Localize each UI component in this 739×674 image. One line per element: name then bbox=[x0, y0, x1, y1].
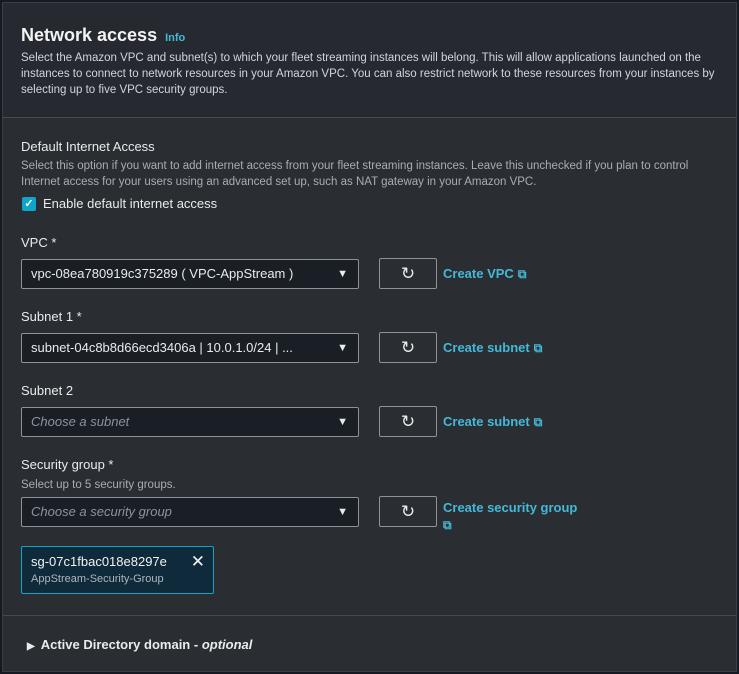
create-subnet1-link[interactable]: Create subnet ⧉ bbox=[443, 340, 542, 356]
create-subnet-label: Create subnet bbox=[443, 414, 530, 429]
network-access-panel: Network access Info Select the Amazon VPC… bbox=[2, 2, 737, 672]
refresh-icon: ↻ bbox=[400, 412, 416, 431]
vpc-label: VPC * bbox=[21, 235, 57, 250]
optional-label: optional bbox=[201, 637, 253, 652]
external-link-icon: ⧉ bbox=[517, 267, 527, 281]
security-group-select[interactable]: Choose a security group ▼ bbox=[21, 497, 359, 527]
security-group-token: sg-07c1fbac018e8297e AppStream-Security-… bbox=[21, 546, 214, 594]
vpc-value: vpc-08ea780919c375289 ( VPC-AppStream ) bbox=[31, 266, 294, 281]
internet-description: Select this option if you want to add in… bbox=[21, 160, 689, 188]
security-group-description: Select up to 5 security groups. bbox=[21, 479, 176, 491]
enable-internet-checkbox[interactable]: ✓ bbox=[22, 197, 36, 211]
refresh-subnet1-button[interactable]: ↻ bbox=[379, 332, 437, 363]
internet-label: Default Internet Access bbox=[21, 139, 155, 154]
subnet1-label: Subnet 1 * bbox=[21, 309, 82, 324]
external-link-icon: ⧉ bbox=[533, 415, 543, 429]
refresh-security-group-button[interactable]: ↻ bbox=[379, 496, 437, 527]
caret-down-icon: ▼ bbox=[337, 342, 348, 354]
close-icon[interactable]: ✕ bbox=[191, 552, 205, 572]
caret-down-icon: ▼ bbox=[337, 268, 348, 280]
security-group-label: Security group * bbox=[21, 457, 114, 472]
refresh-icon: ↻ bbox=[400, 338, 416, 357]
subnet2-label: Subnet 2 bbox=[21, 383, 74, 398]
info-link[interactable]: Info bbox=[165, 32, 185, 44]
external-link-icon: ⧉ bbox=[533, 341, 543, 355]
refresh-icon: ↻ bbox=[400, 264, 416, 283]
token-id: sg-07c1fbac018e8297e bbox=[31, 554, 167, 569]
create-security-group-link[interactable]: Create security group ⧉ bbox=[443, 500, 603, 533]
external-link-icon: ⧉ bbox=[443, 518, 452, 532]
header-description: Select the Amazon VPC and subnet(s) to w… bbox=[21, 52, 715, 96]
token-name: AppStream-Security-Group bbox=[31, 573, 164, 585]
refresh-subnet2-button[interactable]: ↻ bbox=[379, 406, 437, 437]
enable-internet-label[interactable]: Enable default internet access bbox=[43, 196, 217, 211]
create-subnet-label: Create subnet bbox=[443, 340, 530, 355]
divider bbox=[3, 615, 736, 616]
subnet1-value: subnet-04c8b8d66ecd3406a | 10.0.1.0/24 |… bbox=[31, 340, 293, 355]
refresh-vpc-button[interactable]: ↻ bbox=[379, 258, 437, 289]
security-group-placeholder: Choose a security group bbox=[31, 504, 172, 519]
create-subnet2-link[interactable]: Create subnet ⧉ bbox=[443, 414, 542, 430]
page-title: Network access bbox=[21, 25, 158, 45]
active-directory-label: Active Directory domain - bbox=[40, 637, 202, 652]
subnet1-select[interactable]: subnet-04c8b8d66ecd3406a | 10.0.1.0/24 |… bbox=[21, 333, 359, 363]
subnet2-placeholder: Choose a subnet bbox=[31, 414, 130, 429]
refresh-icon: ↻ bbox=[400, 502, 416, 521]
create-security-group-label: Create security group bbox=[443, 500, 578, 515]
panel-header: Network access Info Select the Amazon VPC… bbox=[3, 3, 736, 118]
create-vpc-label: Create VPC bbox=[443, 266, 514, 281]
subnet2-select[interactable]: Choose a subnet ▼ bbox=[21, 407, 359, 437]
active-directory-expander[interactable]: ▶ Active Directory domain - optional bbox=[27, 637, 252, 652]
vpc-select[interactable]: vpc-08ea780919c375289 ( VPC-AppStream ) ▼ bbox=[21, 259, 359, 289]
create-vpc-link[interactable]: Create VPC ⧉ bbox=[443, 266, 526, 282]
caret-down-icon: ▼ bbox=[337, 416, 348, 428]
caret-down-icon: ▼ bbox=[337, 506, 348, 518]
caret-right-icon: ▶ bbox=[27, 641, 35, 652]
